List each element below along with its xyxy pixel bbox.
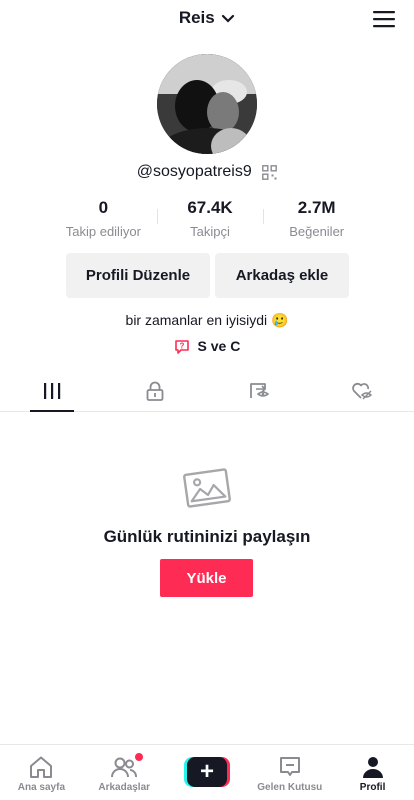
photo-placeholder-icon: [183, 468, 231, 508]
profile-bio: bir zamanlar en iyisiydi 🥲: [125, 312, 289, 328]
question-box-icon: ?: [174, 340, 189, 355]
stat-label: Beğeniler: [289, 224, 345, 239]
inbox-icon: [279, 757, 300, 776]
stat-label: Takipçi: [190, 224, 230, 239]
add-friend-button[interactable]: Arkadaş ekle: [215, 253, 349, 298]
edit-profile-button[interactable]: Profili Düzenle: [66, 253, 210, 298]
nav-create[interactable]: +: [166, 745, 249, 800]
nav-label: Profil: [359, 782, 386, 793]
nav-inbox[interactable]: Gelen Kutusu: [248, 745, 331, 800]
content-tabs: [0, 370, 414, 412]
top-bar: Reis: [0, 0, 414, 36]
liked-hidden-icon: [352, 382, 373, 400]
chevron-down-icon[interactable]: [221, 14, 235, 24]
empty-state-message: Günlük rutininizi paylaşın: [103, 527, 311, 546]
tab-liked[interactable]: [311, 370, 414, 411]
account-switcher[interactable]: Reis: [0, 8, 414, 28]
stat-value: 67.4K: [187, 198, 233, 217]
nav-profile[interactable]: Profil: [331, 745, 414, 800]
stat-label: Takip ediliyor: [65, 224, 141, 239]
nav-label: Gelen Kutusu: [257, 782, 323, 793]
nav-home[interactable]: Ana sayfa: [0, 745, 83, 800]
svg-text:?: ?: [179, 342, 184, 351]
tab-reposts[interactable]: [207, 370, 311, 411]
avatar[interactable]: [157, 54, 257, 154]
profile-link-label[interactable]: S ve C: [198, 338, 241, 354]
profile-icon: [362, 757, 383, 778]
stat-following[interactable]: 0 Takip ediliyor: [50, 198, 157, 242]
stat-followers[interactable]: 67.4K Takipçi: [156, 198, 264, 242]
header-username[interactable]: Reis: [179, 8, 215, 27]
home-icon: [30, 756, 53, 778]
profile-stats: 0 Takip ediliyor 67.4K Takipçi 2.7M Beğe…: [50, 198, 370, 242]
tab-videos[interactable]: [0, 370, 104, 412]
handle-row: @sosyopatreis9: [0, 163, 414, 181]
friends-icon: [111, 757, 138, 778]
nav-label: Ana sayfa: [17, 782, 66, 793]
nav-friends[interactable]: Arkadaşlar: [83, 745, 166, 800]
tab-private[interactable]: [104, 370, 208, 411]
grid-icon: [43, 382, 60, 399]
nav-label: Arkadaşlar: [98, 782, 151, 793]
stat-likes[interactable]: 2.7M Beğeniler: [263, 198, 370, 242]
profile-link[interactable]: ? S ve C: [0, 338, 414, 355]
bottom-nav: Ana sayfa Arkadaşlar + Gelen Kutusu Prof…: [0, 744, 414, 800]
create-plus-icon[interactable]: +: [183, 757, 230, 787]
stat-value: 2.7M: [297, 198, 336, 217]
lock-icon: [146, 381, 164, 401]
qr-code-icon[interactable]: [262, 164, 278, 180]
profile-handle: @sosyopatreis9: [136, 163, 252, 180]
notification-dot: [134, 753, 143, 761]
hamburger-menu-icon[interactable]: [373, 10, 395, 28]
repost-icon: [249, 382, 269, 398]
stat-value: 0: [98, 198, 109, 217]
upload-button[interactable]: Yükle: [160, 559, 253, 597]
